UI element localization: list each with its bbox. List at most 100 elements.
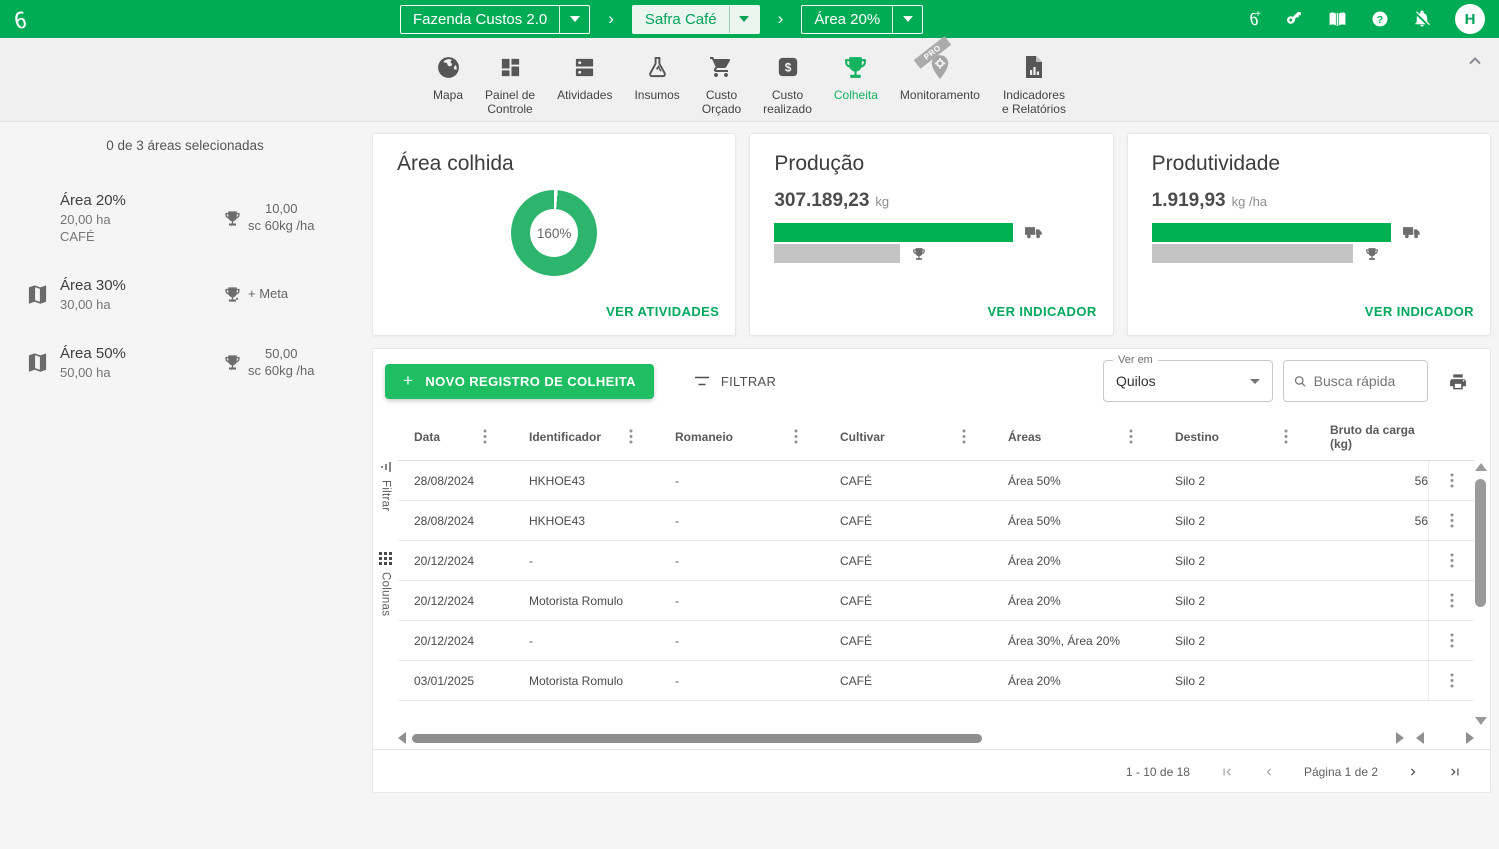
table-row[interactable]: 20/12/2024--CAFÉÁrea 30%, Área 20%Silo 2: [398, 621, 1474, 661]
breadcrumb-separator: ›: [608, 9, 614, 29]
nav-item-atividades[interactable]: Atividades: [546, 38, 623, 121]
row-menu-icon[interactable]: [1446, 589, 1458, 612]
area-list-item[interactable]: Área 20% 20,00 ha CAFÉ 10,00sc 60kg /ha: [0, 192, 370, 244]
column-header-data[interactable]: Data: [398, 429, 513, 444]
aegro-logo-icon[interactable]: ∂: [14, 7, 27, 32]
nav-item-custo-realizado[interactable]: $ Custo realizado: [752, 38, 823, 121]
print-icon[interactable]: [1448, 372, 1468, 391]
column-header-destino[interactable]: Destino: [1159, 429, 1314, 444]
nav-item-mapa[interactable]: Mapa: [422, 38, 474, 121]
goal-bar: [774, 244, 900, 263]
scroll-right-icon[interactable]: [1466, 732, 1474, 744]
card-producao: Produção 307.189,23 kg: [749, 133, 1113, 336]
nav-item-colheita[interactable]: Colheita: [823, 38, 889, 121]
row-menu-icon[interactable]: [1446, 629, 1458, 652]
scroll-down-icon[interactable]: [1475, 717, 1487, 725]
h-scrollbar-thumb[interactable]: [412, 734, 982, 743]
previous-page-icon[interactable]: [1262, 765, 1276, 779]
pinned-column-scrollbar[interactable]: [1416, 732, 1474, 744]
table-row[interactable]: 28/08/2024HKHOE43-CAFÉÁrea 50%Silo 256: [398, 461, 1474, 501]
area-size: 50,00 ha: [60, 365, 224, 380]
nav-label: Indicadores e Relatórios: [1002, 88, 1066, 117]
new-harvest-record-button[interactable]: + NOVO REGISTRO DE COLHEITA: [385, 364, 654, 399]
map-icon: [14, 351, 60, 374]
quick-search[interactable]: [1283, 360, 1428, 402]
unit-select-label: Ver em: [1113, 354, 1158, 366]
area-selector[interactable]: Área 20%: [801, 5, 923, 34]
vertical-scrollbar[interactable]: [1474, 463, 1487, 725]
goal-bar: [1152, 244, 1353, 263]
column-menu-icon[interactable]: [629, 429, 633, 444]
column-header-cultivar[interactable]: Cultivar: [824, 429, 992, 444]
nav-item-monitoramento[interactable]: PRO Monitoramento: [889, 38, 991, 121]
chevron-down-icon[interactable]: [559, 6, 589, 33]
column-header-areas[interactable]: Áreas: [992, 429, 1159, 444]
production-unit: kg: [875, 194, 889, 209]
unit-select[interactable]: Ver em Quilos: [1103, 360, 1273, 402]
column-menu-icon[interactable]: [1284, 429, 1288, 444]
rail-filter-button[interactable]: Filtrar: [380, 461, 392, 512]
row-menu-icon[interactable]: [1446, 669, 1458, 692]
column-header-bruto[interactable]: Bruto da carga (kg): [1314, 423, 1428, 451]
table-row[interactable]: 20/12/2024Motorista Romulo-CAFÉÁrea 20%S…: [398, 581, 1474, 621]
scroll-left-icon[interactable]: [1416, 732, 1424, 744]
filter-button[interactable]: FILTRAR: [694, 374, 776, 389]
nav-item-indicadores-relatorios[interactable]: Indicadores e Relatórios: [991, 38, 1077, 121]
first-page-icon[interactable]: [1220, 765, 1234, 779]
area-crop: CAFÉ: [60, 229, 224, 244]
aegro-add-icon[interactable]: ∂+: [1240, 9, 1262, 29]
column-header-identificador[interactable]: Identificador: [513, 429, 659, 444]
avatar[interactable]: H: [1455, 4, 1485, 34]
help-icon[interactable]: ?: [1371, 10, 1389, 28]
scroll-right-icon[interactable]: [1396, 732, 1404, 744]
area-goal[interactable]: 10,00sc 60kg /ha: [224, 201, 352, 235]
book-icon[interactable]: [1328, 11, 1347, 28]
scroll-left-icon[interactable]: [398, 732, 406, 744]
rail-columns-button[interactable]: Colunas: [379, 552, 392, 616]
column-menu-icon[interactable]: [1129, 429, 1133, 444]
area-list-item[interactable]: Área 50% 50,00 ha 50,00sc 60kg /ha: [0, 345, 370, 380]
table-row[interactable]: 28/08/2024HKHOE43-CAFÉÁrea 50%Silo 256: [398, 501, 1474, 541]
pagination: 1 - 10 de 18 Página 1 de 2: [373, 749, 1490, 793]
nav-label: Atividades: [557, 88, 612, 102]
table-header-row: Data Identificador Romaneio Cultivar Áre…: [398, 413, 1474, 461]
column-menu-icon[interactable]: [962, 429, 966, 444]
goal-action: + Meta: [248, 286, 288, 303]
ver-indicador-link[interactable]: VER INDICADOR: [987, 304, 1096, 319]
farm-selector[interactable]: Fazenda Custos 2.0: [400, 5, 590, 34]
nav-item-custo-orcado[interactable]: Custo Orçado: [691, 38, 752, 121]
row-menu-icon[interactable]: [1446, 469, 1458, 492]
chevron-down-icon[interactable]: [892, 6, 922, 33]
productivity-unit: kg /ha: [1232, 194, 1267, 209]
area-goal[interactable]: 50,00sc 60kg /ha: [224, 346, 352, 380]
last-page-icon[interactable]: [1448, 765, 1462, 779]
notifications-off-icon[interactable]: [1413, 10, 1431, 28]
season-selector[interactable]: Safra Café: [632, 5, 760, 34]
ver-indicador-link[interactable]: VER INDICADOR: [1365, 304, 1474, 319]
area-goal-add[interactable]: + Meta: [224, 286, 352, 303]
row-menu-icon[interactable]: [1446, 509, 1458, 532]
collapse-toolbar-icon[interactable]: [1469, 52, 1481, 70]
table-controls: + NOVO REGISTRO DE COLHEITA FILTRAR Ver …: [373, 349, 1490, 413]
horizontal-scrollbar[interactable]: [398, 731, 1474, 745]
column-menu-icon[interactable]: [483, 429, 487, 444]
key-icon[interactable]: [1286, 10, 1304, 28]
scroll-up-icon[interactable]: [1475, 463, 1487, 471]
table-row[interactable]: 20/12/2024--CAFÉÁrea 20%Silo 2: [398, 541, 1474, 581]
area-list-item[interactable]: Área 30% 30,00 ha + Meta: [0, 277, 370, 312]
top-bar: ∂ Fazenda Custos 2.0 › Safra Café › Área…: [0, 0, 1499, 38]
nav-item-painel-de-controle[interactable]: Painel de Controle: [474, 38, 546, 121]
column-menu-icon[interactable]: [794, 429, 798, 444]
ver-atividades-link[interactable]: VER ATIVIDADES: [606, 304, 719, 319]
search-input[interactable]: [1314, 373, 1417, 389]
chevron-down-icon[interactable]: [729, 6, 759, 33]
activities-icon: [573, 51, 596, 83]
table-row[interactable]: 03/01/2025Motorista Romulo-CAFÉÁrea 20%S…: [398, 661, 1474, 701]
row-menu-icon[interactable]: [1446, 549, 1458, 572]
chevron-down-icon: [1250, 379, 1260, 384]
nav-item-insumos[interactable]: Insumos: [623, 38, 690, 121]
v-scrollbar-thumb[interactable]: [1475, 479, 1486, 607]
column-header-romaneio[interactable]: Romaneio: [659, 429, 824, 444]
next-page-icon[interactable]: [1406, 765, 1420, 779]
table-side-rail: Filtrar Colunas: [373, 461, 398, 656]
